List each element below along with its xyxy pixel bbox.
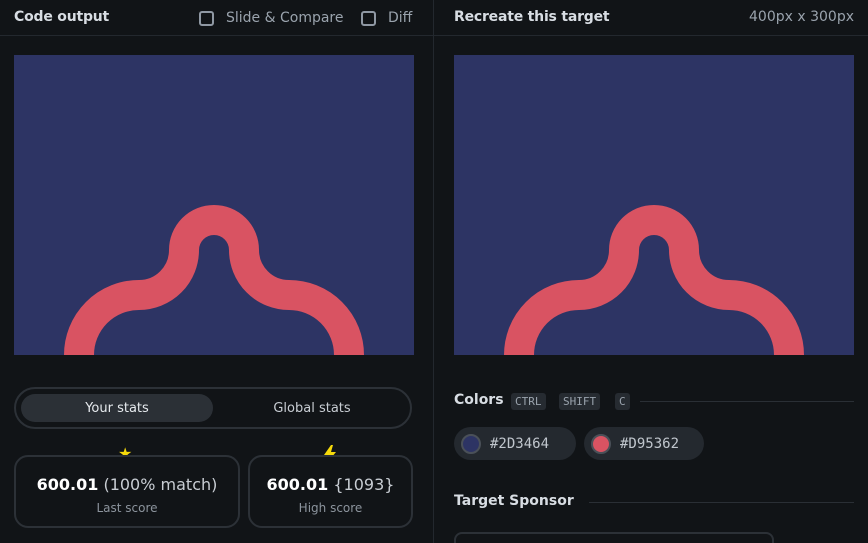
colors-divider [640, 401, 854, 402]
high-score-detail: {1093} [333, 475, 395, 494]
checkbox-box-icon[interactable] [361, 10, 376, 26]
high-score-card: 600.01 {1093} High score [248, 455, 413, 528]
color-chip[interactable]: #2D3464 [454, 427, 576, 460]
last-score-label: Last score [96, 501, 158, 515]
slide-compare-label: Slide & Compare [226, 10, 344, 26]
color-swatch [461, 433, 481, 454]
code-output-panel: Code output Slide & Compare Diff Your st… [0, 0, 433, 543]
shortcut-key: C [615, 393, 630, 410]
high-score-value-row: 600.01 {1093} [250, 475, 411, 494]
target-sponsor-title: Target Sponsor [454, 493, 574, 509]
color-hex-label: #2D3464 [490, 435, 550, 452]
target-header: Recreate this target 400px x 300px [434, 0, 868, 36]
color-swatch [591, 433, 611, 454]
tab-your-stats[interactable]: Your stats [21, 394, 213, 422]
sponsor-divider [589, 502, 854, 503]
shortcut-key: CTRL [511, 393, 546, 410]
high-score-value: 600.01 [266, 475, 329, 494]
last-score-value-row: 600.01 (100% match) [16, 475, 238, 494]
target-panel: Recreate this target 400px x 300px Color… [434, 0, 868, 543]
last-score-detail: (100% match) [103, 475, 218, 494]
last-score-card: 600.01 (100% match) Last score [14, 455, 240, 528]
colors-title: Colors [454, 392, 504, 408]
stats-toggle: Your stats Global stats [14, 387, 412, 429]
code-output-header: Code output Slide & Compare Diff [0, 0, 433, 36]
diff-label: Diff [388, 10, 413, 26]
checkbox-box-icon[interactable] [199, 10, 214, 26]
color-hex-label: #D95362 [620, 435, 680, 452]
code-output-canvas[interactable] [14, 55, 414, 355]
target-canvas[interactable] [454, 55, 854, 355]
color-chip[interactable]: #D95362 [584, 427, 704, 460]
target-title: Recreate this target [454, 9, 610, 25]
tab-global-stats[interactable]: Global stats [216, 394, 408, 422]
shortcut-key: SHIFT [559, 393, 601, 410]
diff-checkbox[interactable]: Diff [361, 10, 412, 26]
high-score-label: High score [298, 501, 363, 515]
slide-compare-checkbox[interactable]: Slide & Compare [199, 10, 344, 26]
code-output-title: Code output [14, 9, 110, 25]
target-dimensions: 400px x 300px [749, 9, 854, 25]
last-score-value: 600.01 [36, 475, 99, 494]
sponsor-box[interactable] [454, 532, 774, 543]
